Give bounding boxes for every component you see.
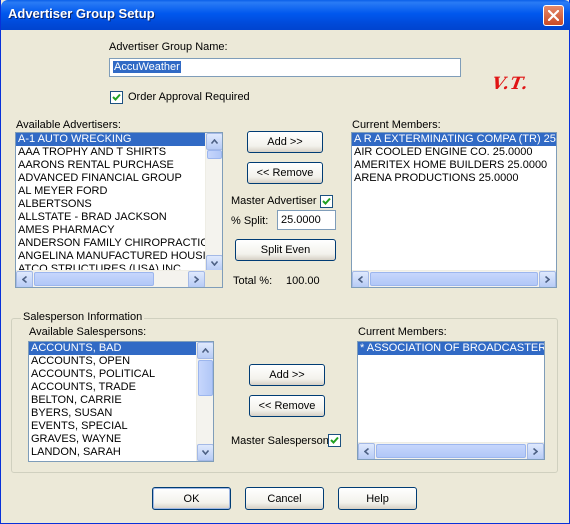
scroll-left-button[interactable] bbox=[352, 271, 369, 287]
available-salespersons-vscroll[interactable] bbox=[196, 342, 213, 461]
current-advertiser-members-list[interactable]: A R A EXTERMINATING COMPA (TR) 25. AIR CO… bbox=[351, 132, 557, 288]
checkmark-icon bbox=[322, 197, 331, 205]
remove-advertiser-button[interactable]: << Remove bbox=[247, 162, 323, 184]
list-item[interactable]: AIR COOLED ENGINE CO. 25.0000 bbox=[352, 146, 556, 159]
chevron-left-icon bbox=[22, 276, 27, 283]
chevron-left-icon bbox=[358, 276, 363, 283]
chevron-up-icon bbox=[211, 139, 218, 144]
scroll-right-button[interactable] bbox=[539, 271, 556, 287]
group-name-value: AccuWeather bbox=[113, 61, 181, 73]
salesperson-current-members-label: Current Members: bbox=[358, 326, 447, 338]
list-item[interactable]: ACCOUNTS, OPEN bbox=[29, 355, 196, 368]
group-name-label: Advertiser Group Name: bbox=[109, 41, 228, 53]
available-advertisers-hscroll[interactable] bbox=[16, 270, 205, 287]
available-salespersons-label: Available Salespersons: bbox=[29, 326, 147, 338]
scroll-down-button[interactable] bbox=[197, 444, 213, 461]
add-salesperson-button[interactable]: Add >> bbox=[249, 364, 325, 386]
available-advertisers-vscroll[interactable] bbox=[205, 133, 222, 272]
remove-salesperson-button[interactable]: << Remove bbox=[249, 395, 325, 417]
scroll-thumb[interactable] bbox=[34, 272, 154, 286]
list-item[interactable]: AAA TROPHY AND T SHIRTS bbox=[16, 146, 205, 159]
list-item[interactable]: A R A EXTERMINATING COMPA (TR) 25. bbox=[352, 133, 556, 146]
scroll-corner bbox=[205, 270, 222, 287]
scroll-up-button[interactable] bbox=[206, 133, 222, 150]
ok-button[interactable]: OK bbox=[152, 487, 231, 510]
window-title: Advertiser Group Setup bbox=[8, 6, 155, 21]
chevron-down-icon bbox=[211, 261, 218, 266]
current-salesperson-members-list[interactable]: * ASSOCIATION OF BROADCASTERS bbox=[357, 341, 545, 460]
chevron-down-icon bbox=[202, 450, 209, 455]
advertiser-group-setup-window: Advertiser Group Setup Advertiser Group … bbox=[0, 0, 570, 524]
list-item[interactable]: BELTON, CARRIE bbox=[29, 394, 196, 407]
list-item[interactable]: ALLSTATE - BRAD JACKSON bbox=[16, 211, 205, 224]
scroll-thumb[interactable] bbox=[376, 444, 526, 458]
scroll-up-button[interactable] bbox=[197, 342, 213, 359]
list-item[interactable]: * ASSOCIATION OF BROADCASTERS bbox=[358, 342, 544, 355]
total-label: Total %: bbox=[233, 275, 273, 287]
current-members-hscroll[interactable] bbox=[352, 270, 556, 287]
master-advertiser-checkbox[interactable] bbox=[320, 195, 333, 208]
scroll-left-button[interactable] bbox=[16, 271, 33, 287]
list-item[interactable]: EVENTS, SPECIAL bbox=[29, 420, 196, 433]
list-item[interactable]: AMERITEX HOME BUILDERS 25.0000 bbox=[352, 159, 556, 172]
chevron-up-icon bbox=[202, 348, 209, 353]
salesperson-group-title: Salesperson Information bbox=[21, 311, 145, 323]
list-item[interactable]: AARONS RENTAL PURCHASE bbox=[16, 159, 205, 172]
list-item[interactable]: AL MEYER FORD bbox=[16, 185, 205, 198]
scroll-thumb[interactable] bbox=[207, 150, 222, 159]
split-even-button[interactable]: Split Even bbox=[235, 239, 336, 261]
checkmark-icon bbox=[112, 93, 121, 101]
list-item[interactable]: ANDERSON FAMILY CHIROPRACTIC bbox=[16, 237, 205, 250]
add-advertiser-button[interactable]: Add >> bbox=[247, 131, 323, 153]
list-item[interactable]: AMES PHARMACY bbox=[16, 224, 205, 237]
scroll-thumb[interactable] bbox=[370, 272, 538, 286]
salesperson-current-hscroll[interactable] bbox=[358, 442, 544, 459]
cancel-button[interactable]: Cancel bbox=[245, 487, 324, 510]
order-approval-label: Order Approval Required bbox=[128, 91, 250, 103]
split-input[interactable]: 25.0000 bbox=[277, 210, 336, 230]
list-item[interactable]: BYERS, SUSAN bbox=[29, 407, 196, 420]
title-bar[interactable]: Advertiser Group Setup bbox=[1, 0, 570, 30]
order-approval-checkbox[interactable] bbox=[110, 91, 123, 104]
list-item[interactable]: ARENA PRODUCTIONS 25.0000 bbox=[352, 172, 556, 185]
split-label: % Split: bbox=[231, 215, 269, 227]
close-icon bbox=[548, 10, 559, 21]
chevron-left-icon bbox=[364, 448, 369, 455]
available-salespersons-list[interactable]: ACCOUNTS, BAD ACCOUNTS, OPEN ACCOUNTS, POL… bbox=[28, 341, 214, 462]
list-item[interactable]: ADVANCED FINANCIAL GROUP bbox=[16, 172, 205, 185]
list-item[interactable]: LANDON, SARAH bbox=[29, 446, 196, 459]
scroll-right-button[interactable] bbox=[527, 443, 544, 459]
help-button[interactable]: Help bbox=[338, 487, 417, 510]
list-item[interactable]: ALBERTSONS bbox=[16, 198, 205, 211]
master-salesperson-label: Master Salesperson bbox=[231, 435, 329, 447]
scroll-thumb[interactable] bbox=[198, 360, 213, 396]
list-item[interactable]: ACCOUNTS, POLITICAL bbox=[29, 368, 196, 381]
list-item[interactable]: ATCO STRUCTURES (USA) INC bbox=[16, 263, 205, 270]
available-advertisers-list[interactable]: A-1 AUTO WRECKING AAA TROPHY AND T SHIRTS… bbox=[15, 132, 223, 288]
scroll-left-button[interactable] bbox=[358, 443, 375, 459]
chevron-right-icon bbox=[545, 276, 550, 283]
list-item[interactable]: ACCOUNTS, BAD bbox=[29, 342, 196, 355]
total-value: 100.00 bbox=[286, 275, 320, 287]
chevron-right-icon bbox=[533, 448, 538, 455]
list-item[interactable]: ANGELINA MANUFACTURED HOUSII bbox=[16, 250, 205, 263]
list-item[interactable]: GRAVES, WAYNE bbox=[29, 433, 196, 446]
scroll-right-button[interactable] bbox=[188, 271, 205, 287]
checkmark-icon bbox=[330, 436, 339, 444]
initials-annotation: V.T. bbox=[490, 74, 531, 94]
chevron-right-icon bbox=[194, 276, 199, 283]
current-members-label: Current Members: bbox=[352, 119, 441, 131]
master-advertiser-label: Master Advertiser bbox=[231, 195, 317, 207]
group-name-input[interactable]: AccuWeather bbox=[109, 58, 461, 77]
list-item[interactable]: A-1 AUTO WRECKING bbox=[16, 133, 205, 146]
close-button[interactable] bbox=[543, 5, 564, 26]
list-item[interactable]: ACCOUNTS, TRADE bbox=[29, 381, 196, 394]
available-advertisers-label: Available Advertisers: bbox=[16, 119, 121, 131]
master-salesperson-checkbox[interactable] bbox=[328, 434, 341, 447]
